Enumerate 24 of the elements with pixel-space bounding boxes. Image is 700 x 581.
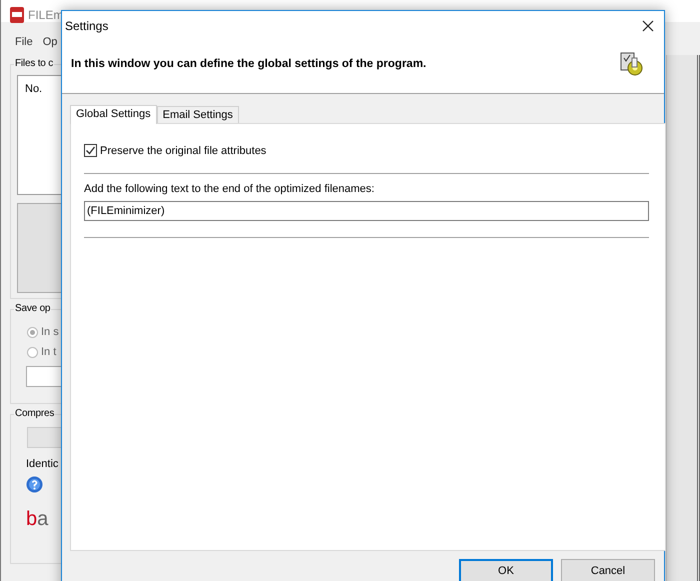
help-icon[interactable] bbox=[26, 476, 43, 493]
column-header: No. bbox=[25, 83, 42, 95]
radio-button[interactable] bbox=[27, 326, 38, 338]
group-label: Files to c bbox=[14, 58, 54, 69]
checkbox-label: Preserve the original file attributes bbox=[100, 144, 266, 156]
header-text: In this window you can define the global settings of the program. bbox=[71, 58, 426, 70]
menu-item[interactable]: File bbox=[15, 36, 33, 54]
tab[interactable]: Email Settings bbox=[156, 106, 239, 123]
slider-label: Identic bbox=[25, 458, 60, 470]
dialog-button[interactable]: Cancel bbox=[561, 559, 655, 581]
group-label: Compres bbox=[14, 408, 56, 419]
logo: ba bbox=[26, 509, 50, 529]
radio-label: In s bbox=[41, 326, 59, 338]
group-label: Save op bbox=[14, 303, 52, 314]
close-icon[interactable] bbox=[642, 20, 654, 32]
radio-button[interactable] bbox=[27, 346, 38, 358]
tab[interactable]: Global Settings bbox=[70, 105, 157, 124]
dialog-title: Settings bbox=[65, 19, 108, 33]
gear-icon bbox=[620, 52, 644, 76]
radio-label: In t bbox=[41, 346, 56, 358]
dialog-button[interactable]: OK bbox=[459, 559, 553, 581]
menu-item[interactable]: Op bbox=[42, 36, 58, 54]
filename-suffix-field[interactable]: (FILEminimizer) bbox=[84, 201, 649, 221]
checkbox[interactable] bbox=[84, 144, 97, 157]
